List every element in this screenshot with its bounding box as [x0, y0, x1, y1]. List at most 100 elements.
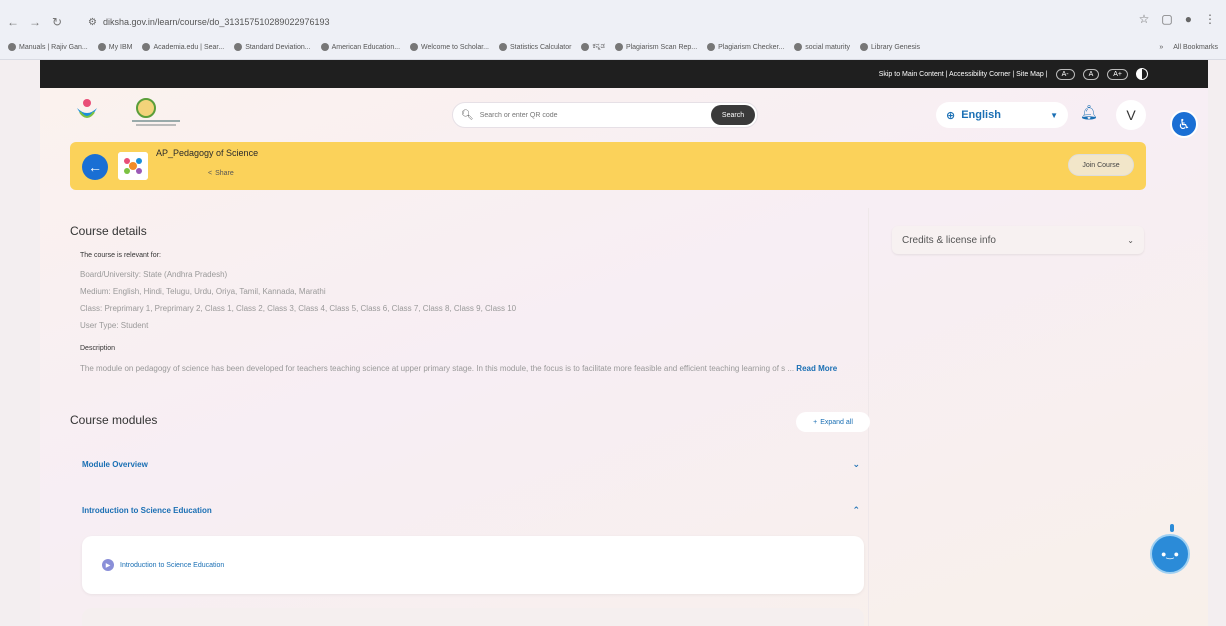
bookmark-label: ಕನ್ನಡ — [592, 43, 605, 50]
forward-arrow-icon[interactable]: → — [26, 15, 44, 29]
relevant-for-label: The course is relevant for: — [80, 252, 161, 259]
font-normal-button[interactable]: A — [1082, 68, 1100, 80]
bookmark-label: American Education... — [331, 43, 401, 51]
address-bar[interactable]: ⚙ diksha.gov.in/learn/course/do_31315751… — [88, 12, 1068, 32]
user-avatar[interactable]: V — [1116, 100, 1146, 130]
credits-label: Credits & license info — [902, 234, 996, 246]
site-settings-icon[interactable]: ⚙ — [88, 17, 97, 28]
diksha-logo-icon[interactable] — [74, 96, 100, 126]
chatbot-antenna — [1170, 524, 1174, 532]
bookmark-label: Plagiarism Checker... — [718, 43, 785, 51]
accessibility-icon[interactable]: ♿︎ — [1170, 110, 1198, 138]
accessibility-bar: Skip to Main Content | Accessibility Cor… — [40, 60, 1208, 88]
ap-govt-emblem-icon — [132, 98, 180, 126]
access-links[interactable]: Skip to Main Content | Accessibility Cor… — [879, 71, 1048, 78]
extensions-icon[interactable]: ▢ — [1161, 12, 1172, 26]
description-text: The module on pedagogy of science has be… — [80, 362, 870, 376]
search-button[interactable]: Search — [711, 105, 755, 125]
browser-actions: ☆ ▢ ● ⋮ — [1139, 12, 1216, 26]
bookmarks-right: » All Bookmarks — [1159, 38, 1218, 56]
bookmark-item[interactable]: Standard Deviation... — [234, 43, 311, 51]
bookmark-favicon-icon — [8, 43, 16, 51]
credits-license-accordion[interactable]: Credits & license info ⌄ — [892, 226, 1144, 254]
chevron-up-icon: ⌃ — [852, 504, 860, 515]
contrast-toggle-icon[interactable] — [1136, 68, 1148, 80]
description-label: Description — [80, 345, 116, 352]
course-banner: ← AP_Pedagogy of Science < Share Join Co… — [70, 142, 1146, 190]
course-details-heading: Course details — [70, 224, 147, 238]
bookmark-item[interactable]: Academia.edu | Sear... — [142, 43, 224, 51]
bookmark-label: Welcome to Scholar... — [421, 43, 490, 51]
expand-all-label: Expand all — [820, 418, 853, 426]
search-input[interactable] — [479, 111, 700, 119]
user-type-detail: User Type: Student — [80, 321, 149, 330]
bookmark-item[interactable]: American Education... — [320, 43, 401, 51]
profile-icon[interactable]: ● — [1185, 12, 1192, 26]
bookmark-favicon-icon — [320, 43, 329, 51]
course-title: AP_Pedagogy of Science — [156, 148, 259, 158]
reload-icon[interactable]: ↻ — [48, 15, 66, 29]
search-bar: 🔍︎ Search — [452, 102, 758, 128]
lesson-item[interactable]: ▶ Introduction to Science Education — [82, 536, 864, 594]
font-decrease-button[interactable]: A- — [1055, 68, 1075, 80]
module-intro-accordion[interactable]: Introduction to Science Education ⌃ — [70, 490, 872, 530]
bookmark-favicon-icon — [860, 43, 869, 51]
bookmark-label: Plagiarism Scan Rep... — [625, 43, 698, 51]
bookmark-favicon-icon — [234, 43, 243, 51]
play-icon: ▶ — [102, 559, 114, 571]
bookmark-label: social maturity — [805, 43, 851, 51]
bookmark-label: Standard Deviation... — [245, 43, 311, 51]
bookmark-favicon-icon — [581, 43, 590, 51]
back-arrow-icon[interactable]: ← — [4, 15, 22, 29]
all-bookmarks[interactable]: All Bookmarks — [1173, 44, 1218, 51]
read-more-link[interactable]: Read More — [796, 364, 837, 373]
back-button[interactable]: ← — [82, 154, 108, 180]
globe-icon: ⊕ — [946, 109, 956, 122]
lesson-item-partial[interactable] — [82, 608, 864, 626]
share-icon: < — [208, 170, 213, 177]
more-bookmarks-icon[interactable]: » — [1159, 44, 1163, 51]
chatbot-icon[interactable]: ●‿● — [1150, 534, 1190, 574]
bookmark-label: Manuals | Rajiv Gan... — [19, 43, 88, 51]
bookmark-item[interactable]: My IBM — [97, 43, 133, 51]
browser-chrome: ← → ↻ ⚙ diksha.gov.in/learn/course/do_31… — [0, 0, 1226, 60]
language-label: English — [961, 109, 1001, 121]
lesson-label: Introduction to Science Education — [120, 561, 225, 569]
bookmark-favicon-icon — [410, 43, 419, 51]
notification-bell-icon[interactable]: 🔔︎ — [1080, 104, 1098, 121]
bookmark-item[interactable]: ಕನ್ನಡ — [581, 43, 605, 51]
medium-detail: Medium: English, Hindi, Telugu, Urdu, Or… — [80, 287, 326, 296]
module-label: Module Overview — [82, 459, 148, 469]
module-label: Introduction to Science Education — [82, 505, 212, 515]
font-increase-button[interactable]: A+ — [1107, 68, 1128, 80]
bookmark-item[interactable]: Library Genesis — [860, 43, 920, 51]
share-button[interactable]: < Share — [208, 170, 234, 177]
module-overview-accordion[interactable]: Module Overview ⌄ — [70, 444, 872, 484]
bookmark-favicon-icon — [142, 43, 151, 51]
language-select[interactable]: ⊕ English ▼ — [936, 102, 1068, 128]
site-header: 🔍︎ Search ⊕ English ▼ 🔔︎ V ♿︎ — [40, 88, 1208, 142]
chevron-down-icon: ⌄ — [852, 458, 860, 469]
search-icon: 🔍︎ — [461, 109, 474, 121]
bookmark-label: My IBM — [108, 43, 133, 51]
course-thumbnail — [118, 152, 148, 180]
class-detail: Class: Preprimary 1, Preprimary 2, Class… — [80, 304, 517, 313]
expand-all-button[interactable]: + Expand all — [796, 412, 870, 432]
bookmark-favicon-icon — [794, 43, 803, 51]
bookmark-item[interactable]: Plagiarism Scan Rep... — [614, 43, 698, 51]
bookmark-item[interactable]: Plagiarism Checker... — [707, 43, 784, 51]
join-course-button[interactable]: Join Course — [1068, 154, 1134, 176]
page-content: 🔍︎ Search ⊕ English ▼ 🔔︎ V ♿︎ ← AP_Pedag… — [40, 88, 1208, 626]
bookmark-label: Academia.edu | Sear... — [153, 43, 225, 51]
chevron-down-icon: ⌄ — [1127, 235, 1134, 245]
bookmark-favicon-icon — [614, 43, 623, 51]
bookmarks-bar: Manuals | Rajiv Gan... My IBM Academia.edu… — [0, 38, 1226, 56]
bookmark-item[interactable]: Statistics Calculator — [499, 43, 571, 51]
bookmark-item[interactable]: social maturity — [794, 43, 850, 51]
bookmark-star-icon[interactable]: ☆ — [1139, 12, 1150, 26]
plus-icon: + — [813, 418, 818, 426]
bookmark-item[interactable]: Manuals | Rajiv Gan... — [8, 43, 88, 51]
menu-icon[interactable]: ⋮ — [1204, 12, 1216, 26]
description-body: The module on pedagogy of science has be… — [80, 364, 795, 373]
bookmark-item[interactable]: Welcome to Scholar... — [410, 43, 489, 51]
